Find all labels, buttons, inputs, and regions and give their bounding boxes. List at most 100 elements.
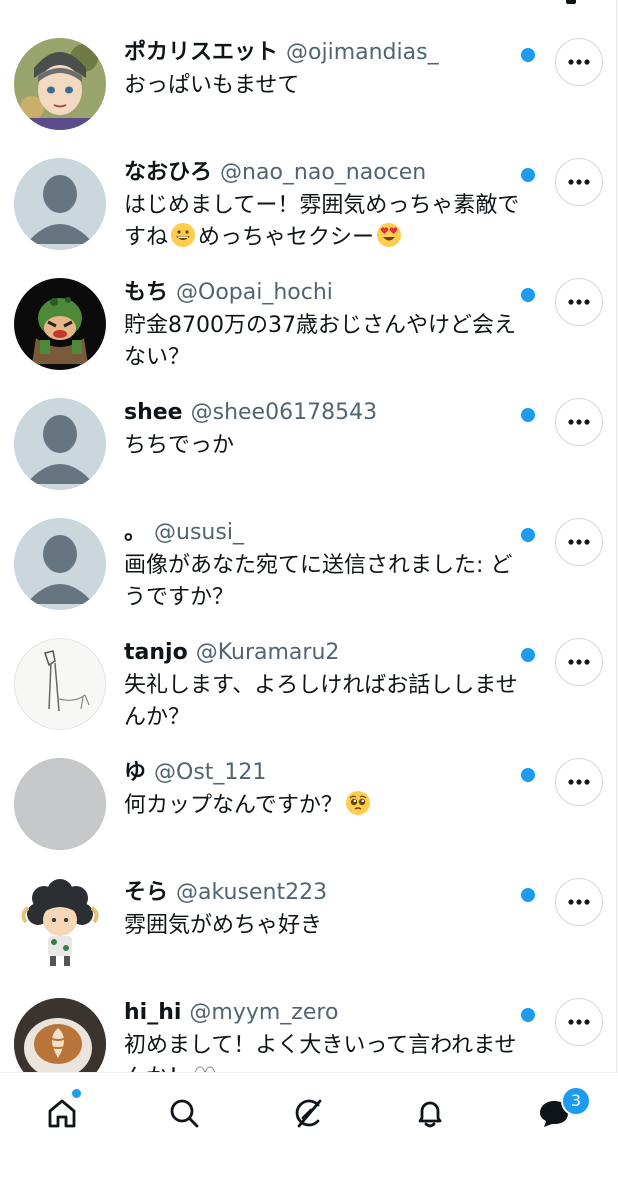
avatar[interactable] (14, 278, 106, 370)
heart-eyes-emoji-icon (377, 223, 402, 247)
conversation-row[interactable]: なおひろ @nao_nao_naocen はじめましてー！雰囲気めっちゃ素敵ですね… (0, 158, 618, 278)
message-preview: 何カップなんですか？ (124, 790, 534, 822)
sender-name: そら (124, 880, 169, 905)
conversation-row[interactable]: tanjo @Kuramaru2 失礼します、よろしければお話ししませんか？ (0, 638, 618, 758)
more-options-button[interactable] (555, 398, 603, 446)
pleading-face-emoji-icon (345, 791, 370, 815)
conversation-row[interactable]: ポカリスエット @ojimandias_ おっぱいもませて (0, 38, 618, 158)
more-dots-icon (568, 179, 590, 185)
avatar[interactable] (14, 158, 106, 250)
sender-handle: @Ost_121 (154, 760, 267, 785)
more-dots-icon (568, 1019, 590, 1025)
notifications-icon (418, 1101, 442, 1128)
unread-indicator (521, 408, 535, 422)
avatar[interactable] (14, 878, 106, 970)
messages-count-badge: 3 (561, 1086, 591, 1116)
message-preview: 雰囲気がめちゃ好き (124, 913, 323, 938)
message-preview: 失礼します、よろしければお話ししませんか？ (124, 673, 518, 730)
sender-handle: @nao_nao_naocen (220, 160, 427, 185)
conversation-row[interactable]: 。 @ususi_ 画像があなた宛てに送信されました: どうですか？ (0, 518, 618, 638)
sender-name: 。 (124, 520, 147, 545)
default-avatar-icon (14, 398, 106, 490)
more-options-button[interactable] (555, 998, 603, 1046)
more-dots-icon (568, 299, 590, 305)
message-text: めっちゃセクシー (198, 225, 375, 250)
sender-line: ゆ @Ost_121 (124, 758, 266, 788)
conversation-row[interactable]: そら @akusent223 雰囲気がめちゃ好き (0, 878, 618, 998)
unread-indicator (521, 48, 535, 62)
sender-handle: @myym_zero (189, 1000, 339, 1025)
home-icon (48, 1099, 76, 1128)
avatar[interactable] (14, 638, 106, 730)
avatar[interactable] (14, 38, 106, 130)
message-preview: はじめましてー！雰囲気めっちゃ素敵ですね めっちゃセクシー (124, 190, 534, 254)
conversation-row[interactable]: ゆ @Ost_121 何カップなんですか？ (0, 758, 618, 878)
message-preview: ちちでっか (124, 433, 235, 458)
sender-line: ポカリスエット @ojimandias_ (124, 38, 439, 68)
sender-name: shee (124, 400, 183, 425)
avatar[interactable] (14, 758, 106, 850)
unread-indicator (521, 888, 535, 902)
avatar[interactable] (14, 398, 106, 490)
message-preview: 貯金8700万の37歳おじさんやけど会えない？ (124, 313, 516, 370)
conversation-row[interactable]: もち @Oopai_hochi 貯金8700万の37歳おじさんやけど会えない？ (0, 278, 618, 398)
unread-indicator (521, 168, 535, 182)
message-text: 何カップなんですか？ (124, 793, 343, 818)
sender-line: なおひろ @nao_nao_naocen (124, 158, 426, 188)
grok-icon (295, 1099, 322, 1128)
grinning-face-emoji-icon (171, 223, 196, 247)
unread-indicator (521, 1008, 535, 1022)
message-text: 初めまして！よく大きいって言われませんか！ (124, 1033, 517, 1072)
message-preview: おっぱいもませて (124, 73, 300, 98)
more-options-button[interactable] (555, 878, 603, 926)
more-options-button[interactable] (555, 518, 603, 566)
sender-name: ゆ (124, 760, 147, 785)
illustrated-character-avatar-icon (14, 38, 106, 130)
more-dots-icon (568, 779, 590, 785)
latte-photo-avatar-icon (14, 998, 106, 1072)
sender-handle: @Kuramaru2 (195, 640, 340, 665)
sender-line: もち @Oopai_hochi (124, 278, 333, 308)
grok-tab[interactable] (286, 1091, 330, 1135)
gray-avatar-icon (14, 758, 106, 850)
bottom-navigation-bar (0, 1072, 618, 1201)
message-preview: 初めまして！よく大きいって言われませんか！ (124, 1030, 534, 1072)
sender-line: hi_hi @myym_zero (124, 998, 338, 1028)
sender-name: hi_hi (124, 1000, 182, 1025)
sender-handle: @akusent223 (176, 880, 328, 905)
sender-handle: @ususi_ (154, 520, 244, 545)
unread-indicator (521, 768, 535, 782)
home-unread-dot (70, 1087, 83, 1100)
avatar[interactable] (14, 998, 106, 1072)
eyes-emoji-icon (194, 1066, 216, 1072)
unread-indicator (521, 288, 535, 302)
conversation-row[interactable]: shee @shee06178543 ちちでっか (0, 398, 618, 518)
sender-line: 。 @ususi_ (124, 518, 244, 548)
default-avatar-icon (14, 158, 106, 250)
more-options-button[interactable] (555, 158, 603, 206)
conversation-row[interactable]: hi_hi @myym_zero 初めまして！よく大きいって言われませんか！ (0, 998, 618, 1072)
sender-name: ポカリスエット (124, 40, 279, 65)
sender-name: tanjo (124, 640, 188, 665)
sketch-avatar-icon (15, 639, 105, 729)
sender-handle: @shee06178543 (190, 400, 378, 425)
sender-name: もち (124, 280, 169, 305)
message-list: ポカリスエット @ojimandias_ おっぱいもませて なおひろ @nao_na… (0, 0, 618, 1072)
more-dots-icon (568, 419, 590, 425)
sender-line: そら @akusent223 (124, 878, 327, 908)
more-options-button[interactable] (555, 278, 603, 326)
notifications-tab[interactable] (408, 1091, 452, 1135)
more-dots-icon (568, 59, 590, 65)
more-dots-icon (568, 539, 590, 545)
more-options-button[interactable] (555, 638, 603, 686)
search-tab[interactable] (162, 1091, 206, 1135)
unread-indicator (521, 528, 535, 542)
avatar[interactable] (14, 518, 106, 610)
sheep-character-avatar-icon (14, 878, 106, 970)
more-options-button[interactable] (555, 38, 603, 86)
more-dots-icon (568, 659, 590, 665)
unread-indicator (521, 648, 535, 662)
default-avatar-icon (14, 518, 106, 610)
sender-name: なおひろ (124, 160, 213, 185)
more-options-button[interactable] (555, 758, 603, 806)
